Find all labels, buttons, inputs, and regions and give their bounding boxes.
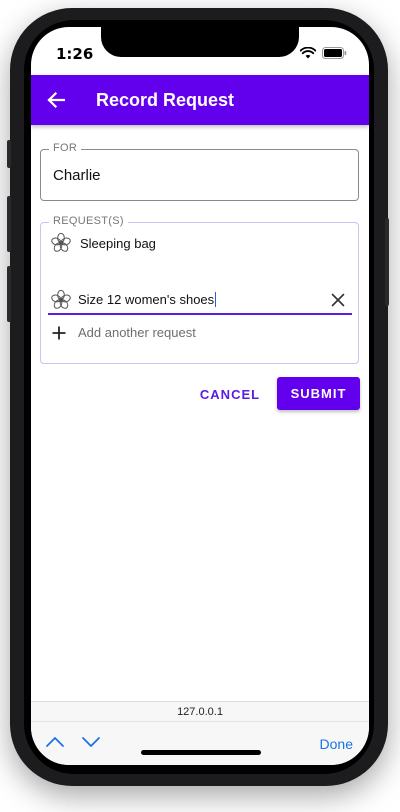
browser-url-bar[interactable]: 127.0.0.1 xyxy=(31,701,369,721)
app-bar: Record Request xyxy=(31,75,369,125)
chevron-up-icon[interactable] xyxy=(45,732,65,752)
keyboard-accessory-bar: Done xyxy=(31,721,369,765)
done-button[interactable]: Done xyxy=(320,736,353,752)
request-input-value: Size 12 women's shoes xyxy=(78,292,215,307)
request-input[interactable]: Size 12 women's shoes xyxy=(78,292,217,307)
text-cursor xyxy=(215,292,217,307)
volume-down-button xyxy=(7,266,11,322)
close-icon xyxy=(331,293,345,307)
power-button xyxy=(385,218,389,306)
status-icons xyxy=(300,47,347,59)
mute-switch xyxy=(7,140,11,168)
flower-icon xyxy=(51,289,71,309)
add-request-label: Add another request xyxy=(78,325,196,340)
browser-url: 127.0.0.1 xyxy=(177,705,223,718)
back-button[interactable] xyxy=(31,75,81,125)
for-field[interactable]: FOR Charlie xyxy=(40,142,359,201)
home-indicator xyxy=(141,750,261,755)
arrow-back-icon xyxy=(47,91,65,109)
chevron-down-icon[interactable] xyxy=(81,732,101,752)
screen: 1:26 Record Request FOR Charlie REQUEST(… xyxy=(31,27,369,765)
request-input-row[interactable]: Size 12 women's shoes xyxy=(48,285,352,315)
cancel-button[interactable]: CANCEL xyxy=(196,378,264,410)
flower-icon xyxy=(51,232,71,252)
requests-legend: REQUEST(S) xyxy=(49,215,128,227)
add-request-button[interactable]: Add another request xyxy=(52,325,196,340)
request-item-label: Sleeping bag xyxy=(80,235,156,251)
battery-icon xyxy=(322,47,347,59)
clear-button[interactable] xyxy=(328,290,348,310)
plus-icon xyxy=(52,326,66,339)
submit-button[interactable]: SUBMIT xyxy=(277,377,360,410)
for-value[interactable]: Charlie xyxy=(53,167,101,184)
volume-up-button xyxy=(7,196,11,252)
wifi-icon xyxy=(300,47,316,59)
status-time: 1:26 xyxy=(56,45,94,63)
requests-field: REQUEST(S) Sleeping bag Size 12 women's … xyxy=(40,215,359,364)
status-bar: 1:26 xyxy=(31,27,369,75)
for-legend: FOR xyxy=(49,142,82,154)
page-title: Record Request xyxy=(96,89,235,110)
request-item[interactable]: Sleeping bag xyxy=(50,232,156,254)
